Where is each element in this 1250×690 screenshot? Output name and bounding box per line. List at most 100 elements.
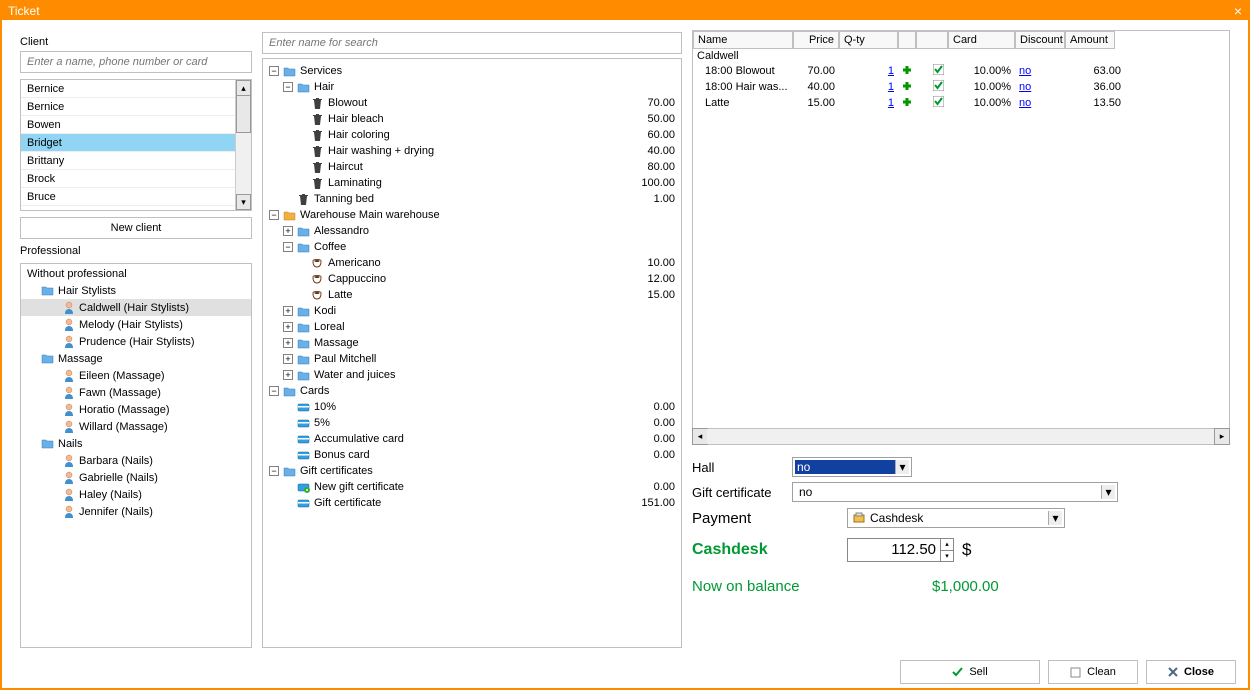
client-item[interactable]: Byron xyxy=(21,206,235,210)
plus-icon[interactable] xyxy=(902,97,912,107)
client-item[interactable]: Bruce xyxy=(21,188,235,206)
col-discount[interactable]: Discount xyxy=(1015,31,1065,49)
catalog-item[interactable]: Accumulative card0.00 xyxy=(267,431,677,447)
catalog-item[interactable]: Haircut80.00 xyxy=(267,159,677,175)
new-client-button[interactable]: New client xyxy=(20,217,252,239)
client-item[interactable]: Bernice xyxy=(21,98,235,116)
check-icon[interactable] xyxy=(933,80,944,91)
catalog-item[interactable]: Hair washing + drying40.00 xyxy=(267,143,677,159)
client-item[interactable]: Bridget xyxy=(21,134,235,152)
catalog-item[interactable]: −Hair xyxy=(267,79,677,95)
catalog-item[interactable]: Gift certificate151.00 xyxy=(267,495,677,511)
check-icon[interactable] xyxy=(933,96,944,107)
clean-button[interactable]: Clean xyxy=(1048,660,1138,684)
catalog-item[interactable]: Cappuccino12.00 xyxy=(267,271,677,287)
hscroll-right-icon[interactable]: ▸ xyxy=(1214,428,1230,445)
payment-select[interactable]: Cashdesk ▾ xyxy=(847,508,1065,528)
catalog-item[interactable]: +Water and juices xyxy=(267,367,677,383)
expand-icon[interactable]: + xyxy=(283,322,293,332)
col-card[interactable]: Card xyxy=(948,31,1015,49)
catalog-item[interactable]: −Cards xyxy=(267,383,677,399)
expand-icon[interactable]: + xyxy=(283,338,293,348)
catalog-item[interactable]: −Gift certificates xyxy=(267,463,677,479)
tree-item[interactable]: Massage xyxy=(21,350,251,367)
expand-icon[interactable]: − xyxy=(269,386,279,396)
cart-row[interactable]: 18:00 Blowout70.00110.00%no63.00 xyxy=(693,63,1229,79)
catalog-item[interactable]: +Paul Mitchell xyxy=(267,351,677,367)
catalog-item[interactable]: Blowout70.00 xyxy=(267,95,677,111)
col-qty[interactable]: Q-ty xyxy=(839,31,898,49)
check-icon[interactable] xyxy=(933,64,944,75)
expand-icon[interactable]: + xyxy=(283,354,293,364)
sell-button[interactable]: Sell xyxy=(900,660,1040,684)
client-search-input[interactable] xyxy=(20,51,252,73)
expand-icon[interactable]: − xyxy=(283,82,293,92)
tree-item[interactable]: Caldwell (Hair Stylists) xyxy=(21,299,251,316)
tree-item[interactable]: Haley (Nails) xyxy=(21,486,251,503)
client-scrollbar[interactable]: ▴ ▾ xyxy=(235,80,251,210)
client-item[interactable]: Bernice xyxy=(21,80,235,98)
scroll-up-icon[interactable]: ▴ xyxy=(236,80,251,96)
discount-link[interactable]: no xyxy=(1015,64,1065,78)
cart-hscroll[interactable]: ◂ ▸ xyxy=(693,428,1229,444)
tree-item[interactable]: Nails xyxy=(21,435,251,452)
col-amount[interactable]: Amount xyxy=(1065,31,1115,49)
expand-icon[interactable]: + xyxy=(283,226,293,236)
catalog-item[interactable]: Tanning bed1.00 xyxy=(267,191,677,207)
expand-icon[interactable]: + xyxy=(283,306,293,316)
catalog-item[interactable]: −Warehouse Main warehouse xyxy=(267,207,677,223)
catalog-item[interactable]: Laminating100.00 xyxy=(267,175,677,191)
col-name[interactable]: Name xyxy=(693,31,793,49)
hscroll-left-icon[interactable]: ◂ xyxy=(692,428,708,445)
discount-link[interactable]: no xyxy=(1015,80,1065,94)
client-item[interactable]: Bowen xyxy=(21,116,235,134)
tree-item[interactable]: Eileen (Massage) xyxy=(21,367,251,384)
catalog-item[interactable]: 5%0.00 xyxy=(267,415,677,431)
plus-icon[interactable] xyxy=(902,81,912,91)
tree-item[interactable]: Without professional xyxy=(21,266,251,282)
col-price[interactable]: Price xyxy=(793,31,839,49)
expand-icon[interactable]: − xyxy=(269,466,279,476)
close-button[interactable]: Close xyxy=(1146,660,1236,684)
dropdown-icon[interactable]: ▾ xyxy=(895,460,909,474)
client-item[interactable]: Brittany xyxy=(21,152,235,170)
amount-up-icon[interactable]: ▴ xyxy=(940,539,953,551)
close-icon[interactable]: × xyxy=(1234,3,1242,19)
tree-item[interactable]: Jennifer (Nails) xyxy=(21,503,251,520)
catalog-item[interactable]: +Loreal xyxy=(267,319,677,335)
catalog-item[interactable]: New gift certificate0.00 xyxy=(267,479,677,495)
expand-icon[interactable]: − xyxy=(283,242,293,252)
expand-icon[interactable]: + xyxy=(283,370,293,380)
tree-item[interactable]: Melody (Hair Stylists) xyxy=(21,316,251,333)
tree-item[interactable]: Fawn (Massage) xyxy=(21,384,251,401)
catalog-item[interactable]: −Coffee xyxy=(267,239,677,255)
plus-icon[interactable] xyxy=(902,65,912,75)
catalog-item[interactable]: +Massage xyxy=(267,335,677,351)
catalog-item[interactable]: +Alessandro xyxy=(267,223,677,239)
cart-row[interactable]: Latte15.00110.00%no13.50 xyxy=(693,95,1229,111)
client-item[interactable]: Brock xyxy=(21,170,235,188)
catalog-item[interactable]: +Kodi xyxy=(267,303,677,319)
tree-item[interactable]: Gabrielle (Nails) xyxy=(21,469,251,486)
catalog-item[interactable]: Hair bleach50.00 xyxy=(267,111,677,127)
discount-link[interactable]: no xyxy=(1015,96,1065,110)
gift-select[interactable]: no ▾ xyxy=(792,482,1118,502)
tree-item[interactable]: Hair Stylists xyxy=(21,282,251,299)
expand-icon[interactable]: − xyxy=(269,66,279,76)
catalog-item[interactable]: Latte15.00 xyxy=(267,287,677,303)
catalog-item[interactable]: Hair coloring60.00 xyxy=(267,127,677,143)
catalog-item[interactable]: −Services xyxy=(267,63,677,79)
dropdown-icon[interactable]: ▾ xyxy=(1101,485,1115,499)
catalog-item[interactable]: Bonus card0.00 xyxy=(267,447,677,463)
amount-input[interactable]: 112.50 ▴ ▾ xyxy=(847,538,954,562)
hall-select[interactable]: no ▾ xyxy=(792,457,912,477)
scroll-thumb[interactable] xyxy=(236,95,251,133)
tree-item[interactable]: Willard (Massage) xyxy=(21,418,251,435)
cart-row[interactable]: 18:00 Hair was...40.00110.00%no36.00 xyxy=(693,79,1229,95)
qty-link[interactable]: 1 xyxy=(839,64,898,78)
tree-item[interactable]: Horatio (Massage) xyxy=(21,401,251,418)
scroll-down-icon[interactable]: ▾ xyxy=(236,194,251,210)
amount-down-icon[interactable]: ▾ xyxy=(940,551,953,562)
dropdown-icon[interactable]: ▾ xyxy=(1048,511,1062,525)
qty-link[interactable]: 1 xyxy=(839,80,898,94)
